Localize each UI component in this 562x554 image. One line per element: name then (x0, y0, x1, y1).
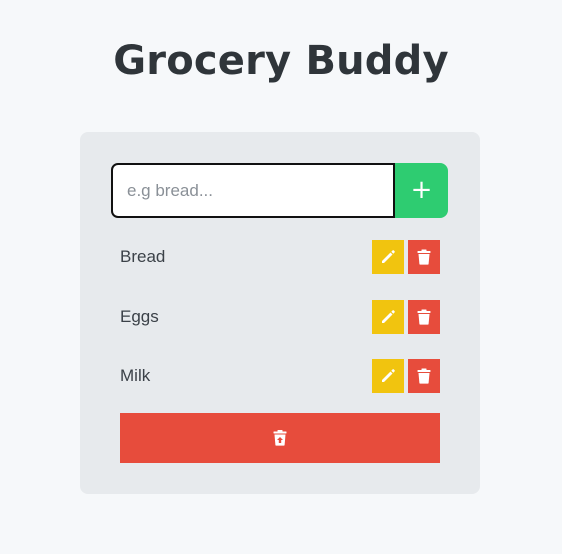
trash-icon (417, 309, 431, 325)
item-label: Bread (120, 247, 166, 266)
list-item: Milk (120, 359, 440, 393)
trash-restore-icon (273, 430, 287, 446)
grocery-app: Grocery Buddy + Bread (0, 0, 562, 554)
edit-button[interactable] (372, 240, 404, 274)
item-input[interactable] (111, 163, 395, 218)
grocery-card: + Bread (80, 132, 480, 494)
pencil-icon (380, 368, 396, 384)
add-item-button[interactable]: + (395, 163, 448, 218)
delete-button[interactable] (408, 299, 440, 334)
add-item-form: + (111, 163, 448, 218)
trash-icon (417, 249, 431, 265)
item-label: Eggs (120, 306, 159, 326)
item-actions (372, 359, 440, 393)
list-item: Eggs (120, 299, 440, 334)
item-actions (372, 299, 440, 334)
list-item: Bread (120, 240, 440, 274)
item-label: Milk (120, 366, 151, 385)
edit-button[interactable] (372, 359, 404, 393)
delete-button[interactable] (408, 359, 440, 393)
grocery-list: Bread Eggs Milk (120, 240, 440, 419)
clear-list-button[interactable] (120, 413, 440, 463)
pencil-icon (380, 249, 396, 265)
edit-button[interactable] (372, 299, 404, 334)
trash-icon (417, 368, 431, 384)
page-title: Grocery Buddy (113, 38, 449, 84)
delete-button[interactable] (408, 240, 440, 274)
item-actions (372, 240, 440, 274)
pencil-icon (380, 309, 396, 325)
